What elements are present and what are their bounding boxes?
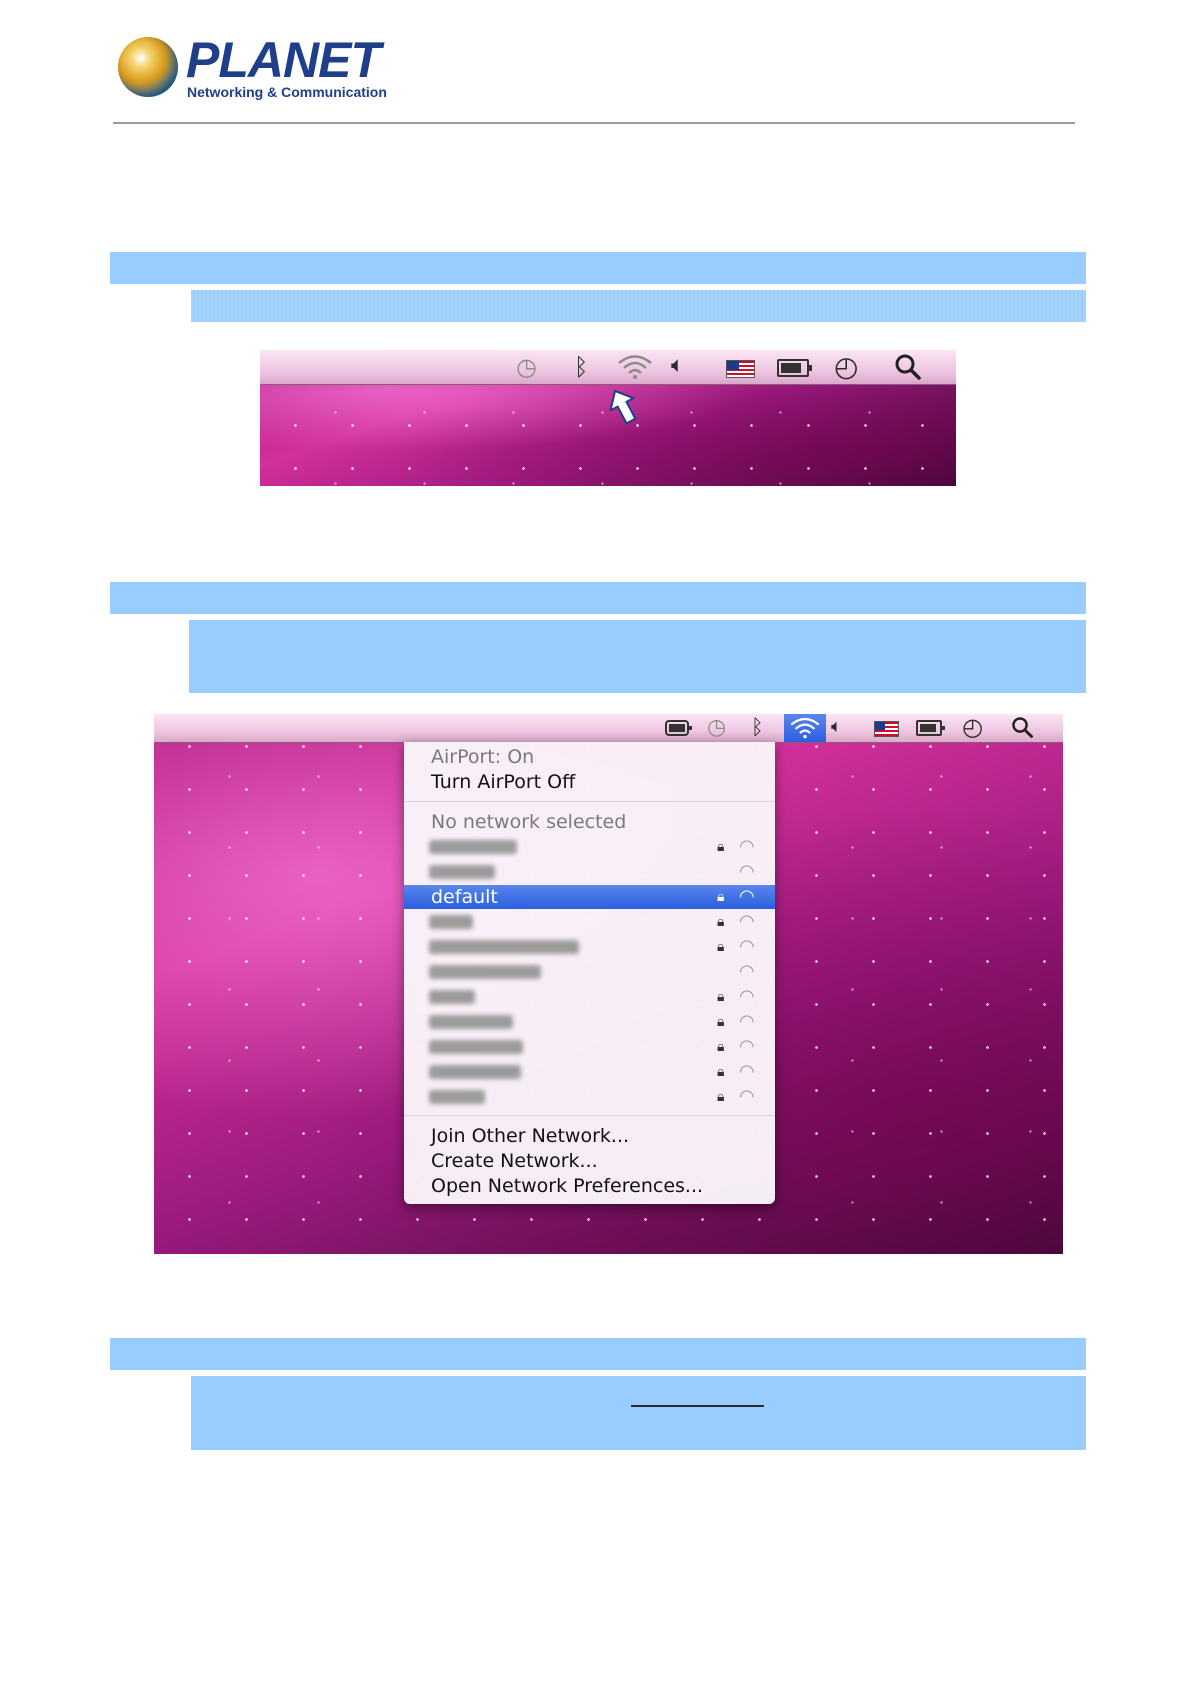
network-name-default: default [431,886,498,908]
blurred-network-name [429,840,517,854]
battery-icon[interactable] [916,720,945,736]
wifi-signal-icon: ◠ [739,886,755,907]
network-item-default[interactable]: default 🔒︎ ◠ [404,885,775,909]
network-item[interactable]: 🔒︎ ◠ [404,985,775,1009]
planet-logo-wordmark: PLANET [186,32,381,88]
lock-icon: 🔒︎ [717,1089,725,1105]
step-3-bar [110,1338,1086,1370]
open-network-preferences-item[interactable]: Open Network Preferences... [431,1174,703,1198]
wifi-icon[interactable] [616,353,654,384]
wifi-signal-icon: ◠ [739,1061,755,1082]
blurred-network-name [429,940,579,954]
lock-icon: 🔒︎ [717,889,725,905]
step-2-sub-bar [189,620,1086,693]
network-item[interactable]: 🔒︎ ◠ [404,1035,775,1059]
no-network-selected: No network selected [431,811,627,833]
blurred-network-name [429,1015,513,1029]
blurred-network-name [429,865,495,879]
menu-separator [404,801,775,802]
step-2-bar [110,582,1086,614]
battery-icon[interactable] [777,359,812,377]
lock-icon: 🔒︎ [717,1014,725,1030]
blurred-network-name [429,1090,485,1104]
battery-meter-icon[interactable] [665,720,692,736]
us-flag-icon[interactable] [726,360,755,378]
hyperlink-underline[interactable] [631,1405,764,1407]
turn-airport-off-item[interactable]: Turn AirPort Off [431,770,575,794]
airport-menu-screenshot: ◷ ᛒ 🔈︎ ◴ AirPort: On Turn AirPort Off No… [154,714,1063,1254]
lock-icon: 🔒︎ [717,914,725,930]
planet-logo-tagline: Networking & Communication [187,84,387,100]
menu-separator [404,1115,775,1116]
wifi-signal-icon: ◠ [739,836,755,857]
wifi-signal-icon: ◠ [739,911,755,932]
header-divider [113,122,1075,124]
network-item[interactable]: ◠ [404,860,775,884]
bluetooth-icon[interactable]: ᛒ [751,717,764,738]
step-1-bar [110,252,1086,284]
wifi-signal-icon: ◠ [739,1086,755,1107]
wifi-signal-icon: ◠ [739,961,755,982]
blurred-network-name [429,990,475,1004]
blurred-network-name [429,915,473,929]
mac-menubar: ◷ ᛒ 🔈︎ ◴ [154,714,1063,743]
time-machine-icon[interactable]: ◷ [516,355,537,379]
lock-icon: 🔒︎ [717,1039,725,1055]
wifi-signal-icon: ◠ [739,936,755,957]
wifi-signal-icon: ◠ [739,1011,755,1032]
step-3-sub-bar [191,1376,1086,1450]
network-item[interactable]: 🔒︎ ◠ [404,935,775,959]
network-item[interactable]: 🔒︎ ◠ [404,1085,775,1109]
step-1-sub-bar [191,290,1086,322]
wifi-icon[interactable] [784,714,826,742]
create-network-item[interactable]: Create Network... [431,1149,598,1173]
blurred-network-name [429,965,541,979]
join-other-network-item[interactable]: Join Other Network... [431,1124,629,1148]
wifi-signal-icon: ◠ [739,861,755,882]
volume-icon[interactable]: 🔈︎ [671,355,684,377]
spotlight-search-icon[interactable] [894,353,922,384]
network-item[interactable]: ◠ [404,960,775,984]
wifi-signal-icon: ◠ [739,986,755,1007]
network-item[interactable]: 🔒︎ ◠ [404,1010,775,1034]
clock-icon[interactable]: ◴ [962,715,983,739]
airport-dropdown-menu: AirPort: On Turn AirPort Off No network … [404,742,775,1204]
clock-icon[interactable]: ◴ [834,353,858,381]
spotlight-search-icon[interactable] [1011,716,1034,742]
airport-status: AirPort: On [431,746,535,768]
mac-menubar: ◷ ᛒ 🔈︎ ◴ [260,350,956,385]
blurred-network-name [429,1040,523,1054]
blurred-network-name [429,1065,521,1079]
us-flag-icon[interactable] [874,721,899,737]
planet-logo-globe [118,37,178,97]
menubar-screenshot: ◷ ᛒ 🔈︎ ◴ [260,350,956,486]
network-item[interactable]: 🔒︎ ◠ [404,1060,775,1084]
lock-icon: 🔒︎ [717,989,725,1005]
time-machine-icon[interactable]: ◷ [707,717,726,739]
volume-icon[interactable]: 🔈︎ [831,718,842,736]
network-item[interactable]: 🔒︎ ◠ [404,835,775,859]
bluetooth-icon[interactable]: ᛒ [574,355,588,379]
lock-icon: 🔒︎ [717,839,725,855]
lock-icon: 🔒︎ [717,1064,725,1080]
lock-icon: 🔒︎ [717,939,725,955]
wifi-signal-icon: ◠ [739,1036,755,1057]
network-item[interactable]: 🔒︎ ◠ [404,910,775,934]
